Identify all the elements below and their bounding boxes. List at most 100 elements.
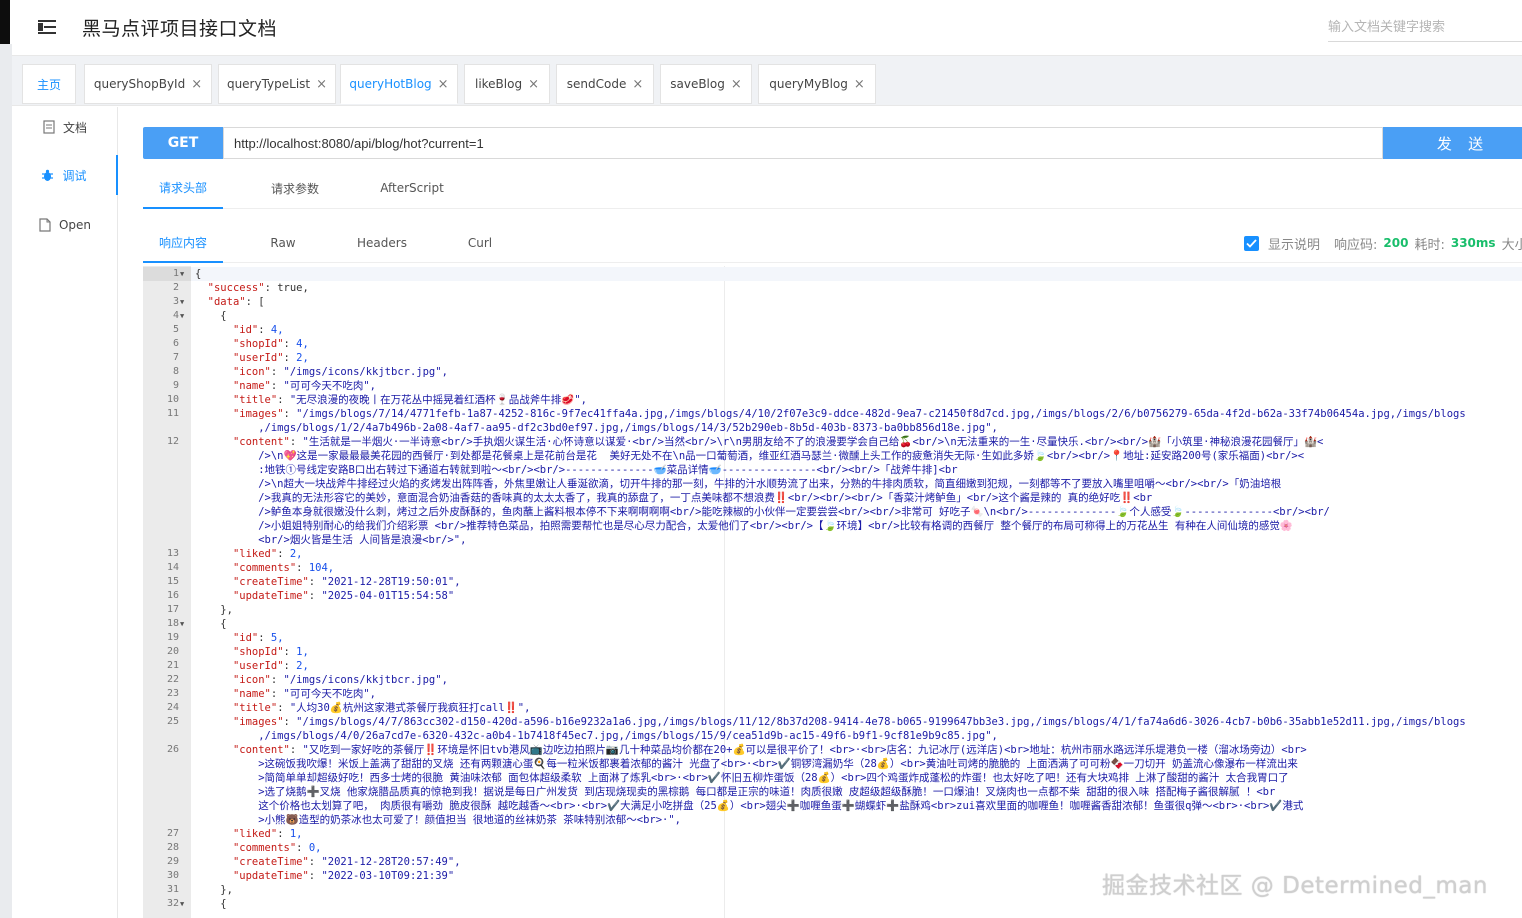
line-text: "name": "可可今天不吃肉", — [232, 688, 376, 700]
line-text: "data": [ — [207, 296, 265, 308]
code-line: 24 "title": "人均30💰杭州这家港式茶餐厅我疯狂打call‼️", — [143, 701, 1522, 715]
tab-afterscript[interactable]: AfterScript — [369, 167, 455, 209]
line-number: 24 — [166, 702, 179, 713]
code-line: 8 "icon": "/imgs/icons/kkjtbcr.jpg", — [143, 365, 1522, 379]
code-line: 21 "userId": 2, — [143, 659, 1522, 673]
code-line: 20 "shopId": 1, — [143, 645, 1522, 659]
response-code-value: 200 — [1383, 236, 1409, 250]
line-number: 31 — [166, 884, 179, 895]
code-line: ,/imgs/blogs/1/2/4a7b496b-2a08-4af7-aa95… — [143, 421, 1522, 435]
code-line: 9 "name": "可可今天不吃肉", — [143, 379, 1522, 393]
request-tabs: 请求头部 请求参数 AfterScript — [143, 167, 1522, 209]
tab-queryTypeList[interactable]: queryTypeList × — [218, 64, 336, 104]
sidebar-item-doc[interactable]: 文档 — [12, 107, 118, 147]
line-text: "id": 5, — [232, 632, 284, 644]
tab-request-params[interactable]: 请求参数 — [253, 167, 337, 209]
line-text: "name": "可可今天不吃肉", — [232, 380, 376, 392]
line-number: 30 — [166, 870, 179, 881]
line-number: 22 — [166, 674, 179, 685]
doc-search-input[interactable] — [1328, 14, 1522, 42]
line-text: >这碗饭我吹爆！米饭上盖满了甜甜的叉烧 还有两颗溏心蛋🍳每一粒米饭都裹着浓郁的酱… — [195, 758, 1298, 770]
tab-response-raw[interactable]: Raw — [253, 223, 313, 263]
code-line: />\n超大一块战斧牛排经过火焰的炙烤发出阵阵香，外焦里嫩让人垂涎欲滴，切开牛排… — [143, 477, 1522, 491]
fold-arrow-icon[interactable]: ▼ — [180, 309, 184, 323]
request-url-input[interactable] — [223, 127, 1383, 159]
tab-response-curl[interactable]: Curl — [453, 223, 507, 263]
line-text: { — [195, 618, 227, 630]
line-text: "title": "无尽浪漫的夜晚丨在万花丛中摇晃着红酒杯🍷品战斧牛排🥩", — [232, 394, 587, 406]
tab-close-icon[interactable]: × — [191, 77, 202, 92]
code-line: 28 "comments": 0, — [143, 841, 1522, 855]
tab-queryHotBlog[interactable]: queryHotBlog × — [340, 64, 458, 104]
line-text: :地铁①号线定安路B口出右转过下通道右转就到啦～<br/><br/>------… — [195, 464, 958, 476]
tab-label: queryShopById — [93, 77, 186, 91]
show-desc-label: 显示说明 — [1268, 237, 1321, 253]
show-desc-checkbox[interactable] — [1244, 235, 1259, 251]
line-number: 4 — [172, 310, 179, 321]
code-line: >这碗饭我吹爆！米饭上盖满了甜甜的叉烧 还有两颗溏心蛋🍳每一粒米饭都裹着浓郁的酱… — [143, 757, 1522, 771]
window-edge — [0, 0, 10, 44]
code-line: 25 "images": "/imgs/blogs/4/7/863cc302-d… — [143, 715, 1522, 729]
code-line: 1 ▼{ — [143, 267, 1522, 281]
fold-arrow-icon[interactable]: ▼ — [180, 267, 184, 281]
code-line: ,/imgs/blogs/4/0/26a7cd7e-6320-432c-a0b4… — [143, 729, 1522, 743]
line-text: >选了烧鹅➕叉烧 他家烧腊品质真的惊艳到我！据说是每日广州发货 到店现烧现卖的黑… — [195, 786, 1276, 798]
response-json-editor[interactable]: 1 ▼{2 "success": true, 3 ▼ "data": [4 ▼ {5 "… — [143, 266, 1522, 918]
tab-close-icon[interactable]: × — [528, 77, 539, 92]
tab-saveBlog[interactable]: saveBlog × — [660, 64, 752, 104]
line-text: "content": "生活就是一半烟火·一半诗意<br/>手执烟火谋生活·心怀… — [232, 436, 1324, 448]
file-icon — [39, 218, 51, 232]
code-line: 18 ▼ { — [143, 617, 1522, 631]
fold-arrow-icon[interactable]: ▼ — [180, 897, 184, 911]
http-method-selector[interactable]: GET — [143, 127, 223, 159]
line-number: 13 — [166, 548, 179, 559]
line-text: />我真的无法形容它的美妙，意面混合奶油香菇的香味真的太太太香了，我真的舔盘了，… — [195, 492, 1153, 504]
line-text: "title": "人均30💰杭州这家港式茶餐厅我疯狂打call‼️", — [232, 702, 531, 714]
fold-arrow-icon[interactable]: ▼ — [180, 295, 184, 309]
code-line: >简简单单却超级好吃！西多士烤的很脆 黄油味浓郁 面包体超级柔软 上面淋了炼乳<… — [143, 771, 1522, 785]
tab-queryShopById[interactable]: queryShopById × — [84, 64, 212, 104]
line-number: 5 — [172, 324, 179, 335]
code-line: 2 "success": true, — [143, 281, 1522, 295]
line-text: ,/imgs/blogs/1/2/4a7b496b-2a08-4af7-aa95… — [195, 422, 998, 434]
tab-home[interactable]: 主页 — [22, 64, 76, 104]
code-line: 5 "id": 4, — [143, 323, 1522, 337]
line-number: 10 — [166, 394, 179, 405]
line-text: >简简单单却超级好吃！西多士烤的很脆 黄油味浓郁 面包体超级柔软 上面淋了炼乳<… — [195, 772, 1289, 784]
app-header: 黑马点评项目接口文档 — [12, 0, 1522, 56]
send-button[interactable]: 发 送 — [1383, 127, 1522, 159]
tab-label: queryTypeList — [226, 77, 311, 91]
fold-arrow-icon[interactable]: ▼ — [180, 617, 184, 631]
tab-close-icon[interactable]: × — [316, 77, 327, 92]
line-text: "comments": 104, — [232, 562, 335, 574]
code-line: >选了烧鹅➕叉烧 他家烧腊品质真的惊艳到我！据说是每日广州发货 到店现烧现卖的黑… — [143, 785, 1522, 799]
line-number: 28 — [166, 842, 179, 853]
line-text: "comments": 0, — [232, 842, 322, 854]
tab-likeBlog[interactable]: likeBlog × — [464, 64, 550, 104]
line-text: "createTime": "2021-12-28T20:57:49", — [232, 856, 461, 868]
tab-response-content[interactable]: 响应内容 — [143, 223, 223, 263]
code-line: 15 "createTime": "2021-12-28T19:50:01", — [143, 575, 1522, 589]
code-line: 12 "content": "生活就是一半烟火·一半诗意<br/>手执烟火谋生活… — [143, 435, 1522, 449]
tab-request-headers[interactable]: 请求头部 — [143, 167, 223, 209]
code-line: :地铁①号线定安路B口出右转过下通道右转就到啦～<br/><br/>------… — [143, 463, 1522, 477]
sidebar-item-debug[interactable]: 调试 — [12, 155, 118, 195]
tab-close-icon[interactable]: × — [632, 77, 643, 92]
line-number: 9 — [172, 380, 179, 391]
line-text: "icon": "/imgs/icons/kkjtbcr.jpg", — [232, 366, 448, 378]
line-text: "images": "/imgs/blogs/7/14/4771fefb-1a8… — [232, 408, 1466, 420]
code-line: 27 "liked": 1, — [143, 827, 1522, 841]
tab-close-icon[interactable]: × — [438, 77, 449, 92]
tab-close-icon[interactable]: × — [854, 77, 865, 92]
api-sidebar: 文档 调试 Open — [12, 107, 118, 918]
tab-response-headers[interactable]: Headers — [349, 223, 415, 263]
sidebar-item-open[interactable]: Open — [12, 205, 118, 245]
menu-toggle-icon[interactable] — [38, 18, 58, 36]
tab-queryMyBlog[interactable]: queryMyBlog × — [758, 64, 876, 104]
code-line: 10 "title": "无尽浪漫的夜晚丨在万花丛中摇晃着红酒杯🍷品战斧牛排🥩"… — [143, 393, 1522, 407]
code-line: 这个价格也太划算了吧， 肉质很有嚼劲 脆皮很酥 越吃越香～<br>·<br>✔️… — [143, 799, 1522, 813]
tab-close-icon[interactable]: × — [731, 77, 742, 92]
line-text: }, — [195, 884, 233, 896]
line-text: "shopId": 4, — [232, 338, 309, 350]
tab-sendCode[interactable]: sendCode × — [556, 64, 654, 104]
